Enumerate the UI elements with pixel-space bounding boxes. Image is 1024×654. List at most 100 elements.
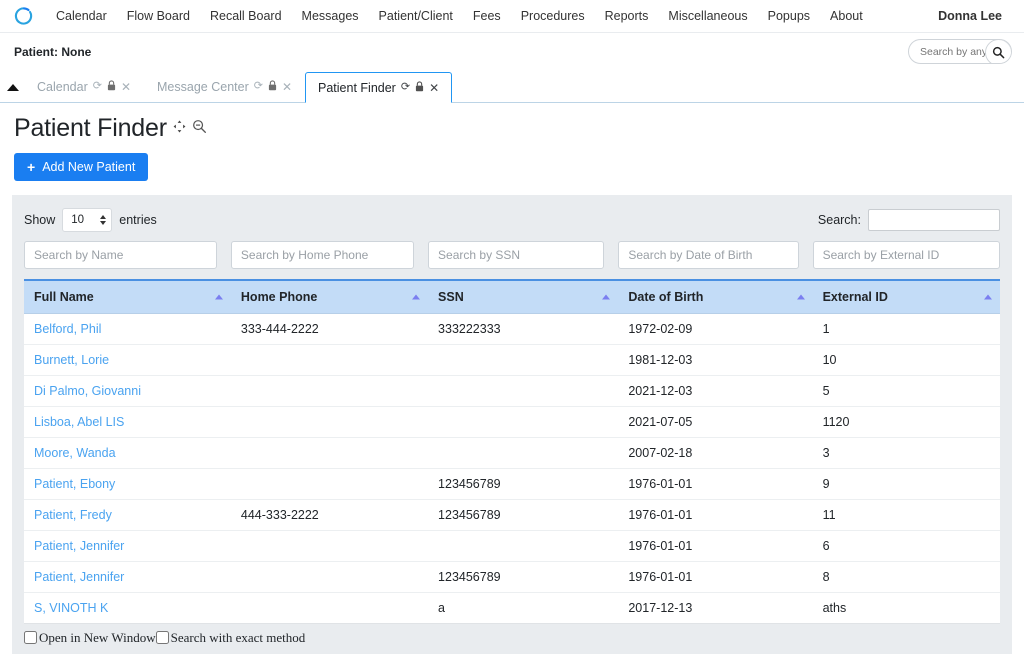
page-length-select[interactable]: 102550100 [62,207,113,232]
column-header-date-of-birth[interactable]: Date of Birth [618,279,813,314]
cell-ssn: 123456789 [428,499,619,531]
column-header-external-id[interactable]: External ID [812,279,1000,314]
table-row[interactable]: Patient, Ebony 123456789 1976-01-01 9 [24,468,1000,500]
patient-name-link[interactable]: Belford, Phil [34,322,101,336]
current-user-name[interactable]: Donna Lee [938,9,1010,23]
patient-name-link[interactable]: Patient, Jennifer [34,570,124,584]
cell-home-phone [230,468,429,500]
tab-message-center-label: Message Center [157,79,249,94]
patient-name-link[interactable]: Patient, Jennifer [34,539,124,553]
open-in-new-window-label: Open in New Window [39,629,156,645]
table-row[interactable]: Patient, Jennifer 123456789 1976-01-01 8 [24,561,1000,593]
cell-home-phone: 444-333-2222 [230,499,429,531]
table-row[interactable]: S, VINOTH K a 2017-12-13 aths [24,592,1000,624]
patient-name-link[interactable]: Lisboa, Abel LIS [34,415,124,429]
circular-arrow-logo[interactable] [14,6,34,26]
table-body: Belford, Phil 333-444-2222 333222333 1972-0… [24,313,1000,624]
table-row[interactable]: Burnett, Lorie 1981-12-03 10 [24,344,1000,376]
move-arrows-icon[interactable] [173,120,186,138]
cell-date-of-birth: 1972-02-09 [618,313,813,345]
tab-message-center[interactable]: Message Center ⟳ ✕ [144,71,305,102]
cell-ssn: a [428,592,619,624]
patient-name-link[interactable]: Moore, Wanda [34,446,116,460]
table-row[interactable]: Patient, Jennifer 1976-01-01 6 [24,530,1000,562]
column-filter-dob-wrap [618,240,812,269]
search-exact-method-option[interactable]: Search with exact method [155,630,305,646]
page-title: Patient Finder [14,114,167,142]
patient-name-link[interactable]: Di Palmo, Giovanni [34,384,141,398]
top-navigation-bar: Calendar Flow Board Recall Board Message… [0,0,1024,33]
cell-external-id: aths [812,592,1000,624]
patient-name-link[interactable]: Burnett, Lorie [34,353,109,367]
column-header-full-name-label: Full Name [34,289,94,304]
column-header-home-phone[interactable]: Home Phone [230,279,429,314]
column-filter-home-phone[interactable] [230,240,415,269]
lock-icon[interactable] [268,79,277,94]
title-icon-group [173,115,207,139]
column-filter-name[interactable] [24,240,217,269]
nav-item-flow-board[interactable]: Flow Board [117,5,200,27]
nav-item-procedures[interactable]: Procedures [511,5,595,27]
cell-home-phone [230,344,429,376]
refresh-icon[interactable]: ⟳ [401,82,410,93]
nav-item-patient-client[interactable]: Patient/Client [369,5,463,27]
lock-icon[interactable] [415,80,424,95]
nav-item-messages[interactable]: Messages [292,5,369,27]
patient-name-link[interactable]: S, VINOTH K [34,601,108,615]
column-filter-ssn[interactable] [428,240,605,269]
patient-results-table: Full Name Home Phone SSN Date of Birth E… [24,278,1000,624]
entries-label: entries [119,212,157,227]
cell-ssn: 123456789 [428,468,619,500]
page-length-select-wrap[interactable]: 102550100 [62,207,113,232]
nav-item-calendar[interactable]: Calendar [46,5,117,27]
cell-external-id: 8 [812,561,1000,593]
nav-item-reports[interactable]: Reports [595,5,659,27]
column-header-ssn-label: SSN [438,289,464,304]
tab-calendar[interactable]: Calendar ⟳ ✕ [24,71,144,102]
close-icon[interactable]: ✕ [429,82,439,94]
column-header-ssn[interactable]: SSN [428,279,619,314]
triangle-up-icon[interactable] [2,72,24,102]
close-icon[interactable]: ✕ [121,81,131,93]
global-search-input[interactable] [918,44,992,59]
search-exact-method-checkbox[interactable] [155,631,169,644]
column-filter-date-of-birth[interactable] [618,240,799,269]
table-row[interactable]: Patient, Fredy 444-333-2222 123456789 1976-… [24,499,1000,531]
magnifier-icon[interactable] [985,40,1011,63]
refresh-icon[interactable]: ⟳ [254,81,263,92]
table-row[interactable]: Lisboa, Abel LIS 2021-07-05 1120 [24,406,1000,438]
table-search-input[interactable] [868,208,1000,231]
column-header-full-name[interactable]: Full Name [24,279,231,314]
open-in-new-window-option[interactable]: Open in New Window [24,630,156,646]
cell-ssn [428,406,619,438]
close-icon[interactable]: ✕ [282,81,292,93]
column-filter-external-id[interactable] [812,240,1000,269]
nav-item-recall-board[interactable]: Recall Board [200,5,292,27]
nav-item-about[interactable]: About [820,5,873,27]
nav-item-popups[interactable]: Popups [758,5,820,27]
open-in-new-window-checkbox[interactable] [24,631,37,644]
patient-name-link[interactable]: Patient, Fredy [34,508,112,522]
table-row[interactable]: Di Palmo, Giovanni 2021-12-03 5 [24,375,1000,407]
cell-home-phone [230,592,429,624]
cell-full-name: Burnett, Lorie [24,344,231,376]
add-new-patient-button[interactable]: + Add New Patient [14,152,149,181]
tab-patient-finder[interactable]: Patient Finder ⟳ ✕ [305,72,453,103]
lock-icon[interactable] [107,79,116,94]
table-row[interactable]: Moore, Wanda 2007-02-18 3 [24,437,1000,469]
global-search[interactable] [908,39,1012,64]
cell-external-id: 9 [812,468,1000,500]
zoom-out-icon[interactable] [192,119,207,139]
patient-name-link[interactable]: Patient, Ebony [34,477,115,491]
cell-full-name: Patient, Ebony [24,468,231,500]
sort-asc-icon [602,294,611,299]
table-row[interactable]: Belford, Phil 333-444-2222 333222333 1972-0… [24,313,1000,345]
nav-item-fees[interactable]: Fees [463,5,511,27]
cell-external-id: 5 [812,375,1000,407]
action-toolbar: + Add New Patient [0,143,1024,181]
global-table-search: Search: [818,208,1000,231]
nav-item-miscellaneous[interactable]: Miscellaneous [658,5,757,27]
show-entries-control: Show 102550100 entries [24,207,157,232]
refresh-icon[interactable]: ⟳ [93,81,102,92]
add-new-patient-label: Add New Patient [42,159,136,174]
